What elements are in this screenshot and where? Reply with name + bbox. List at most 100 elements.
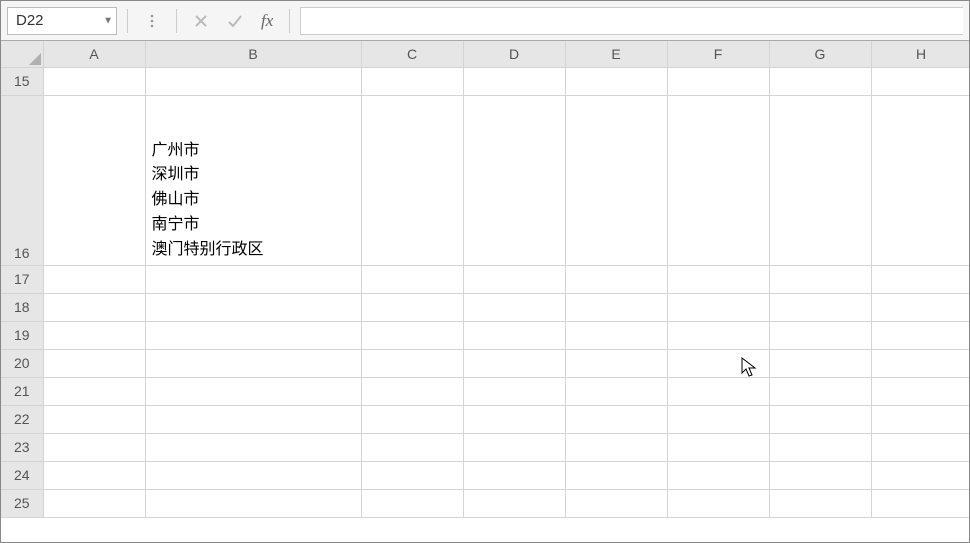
cell[interactable] <box>769 405 871 433</box>
cell[interactable] <box>667 489 769 517</box>
cell[interactable] <box>361 265 463 293</box>
cell[interactable] <box>145 377 361 405</box>
cell[interactable] <box>43 95 145 265</box>
cell[interactable] <box>463 377 565 405</box>
cell[interactable] <box>463 405 565 433</box>
cell[interactable] <box>565 265 667 293</box>
cell[interactable] <box>361 489 463 517</box>
col-header[interactable]: D <box>463 41 565 67</box>
cell[interactable] <box>463 293 565 321</box>
row-header[interactable]: 21 <box>1 377 43 405</box>
cell[interactable] <box>769 321 871 349</box>
cell[interactable] <box>361 67 463 95</box>
cell[interactable] <box>667 377 769 405</box>
col-header[interactable]: H <box>871 41 969 67</box>
cell[interactable] <box>145 461 361 489</box>
cell[interactable] <box>43 461 145 489</box>
cancel-icon[interactable] <box>187 7 215 35</box>
cell[interactable] <box>871 293 969 321</box>
cell[interactable] <box>565 377 667 405</box>
cell[interactable] <box>667 433 769 461</box>
cell[interactable] <box>463 321 565 349</box>
cell[interactable] <box>361 461 463 489</box>
cell[interactable] <box>43 489 145 517</box>
cell[interactable] <box>871 377 969 405</box>
cell[interactable] <box>145 293 361 321</box>
row-header[interactable]: 19 <box>1 321 43 349</box>
cell[interactable] <box>145 433 361 461</box>
cell[interactable] <box>463 265 565 293</box>
cell[interactable] <box>667 67 769 95</box>
row-header[interactable]: 16 <box>1 95 43 265</box>
confirm-icon[interactable] <box>221 7 249 35</box>
cell[interactable] <box>871 461 969 489</box>
select-all-corner[interactable] <box>1 41 43 67</box>
col-header[interactable]: E <box>565 41 667 67</box>
cell[interactable] <box>145 321 361 349</box>
cell[interactable] <box>145 67 361 95</box>
cell[interactable] <box>871 489 969 517</box>
cell[interactable] <box>43 377 145 405</box>
cell[interactable] <box>43 405 145 433</box>
cell[interactable] <box>565 461 667 489</box>
cell[interactable] <box>43 67 145 95</box>
cell[interactable] <box>43 293 145 321</box>
cell[interactable] <box>361 321 463 349</box>
cell[interactable] <box>667 95 769 265</box>
col-header[interactable]: F <box>667 41 769 67</box>
cell[interactable] <box>871 349 969 377</box>
cell[interactable] <box>361 349 463 377</box>
cell[interactable] <box>871 67 969 95</box>
col-header[interactable]: G <box>769 41 871 67</box>
row-header[interactable]: 15 <box>1 67 43 95</box>
cell[interactable] <box>769 293 871 321</box>
cell[interactable] <box>565 349 667 377</box>
cell[interactable] <box>769 67 871 95</box>
cell[interactable] <box>769 433 871 461</box>
formula-input[interactable] <box>300 7 963 35</box>
cell[interactable] <box>871 321 969 349</box>
cell-B16[interactable]: 广州市 深圳市 佛山市 南宁市 澳门特别行政区 <box>145 95 361 265</box>
cell[interactable] <box>463 67 565 95</box>
row-header[interactable]: 18 <box>1 293 43 321</box>
col-header[interactable]: B <box>145 41 361 67</box>
cell[interactable] <box>361 433 463 461</box>
cell[interactable] <box>871 265 969 293</box>
cell[interactable] <box>361 405 463 433</box>
cell[interactable] <box>769 349 871 377</box>
cell[interactable] <box>43 349 145 377</box>
row-header[interactable]: 24 <box>1 461 43 489</box>
cell[interactable] <box>667 321 769 349</box>
cell[interactable] <box>769 461 871 489</box>
cell[interactable] <box>871 433 969 461</box>
cell[interactable] <box>565 405 667 433</box>
cell[interactable] <box>769 377 871 405</box>
cell[interactable] <box>769 265 871 293</box>
cell[interactable] <box>145 349 361 377</box>
row-header[interactable]: 22 <box>1 405 43 433</box>
col-header[interactable]: C <box>361 41 463 67</box>
cell[interactable] <box>463 433 565 461</box>
cell[interactable] <box>361 293 463 321</box>
cell[interactable] <box>43 321 145 349</box>
cell[interactable] <box>565 433 667 461</box>
row-header[interactable]: 20 <box>1 349 43 377</box>
cell[interactable] <box>667 265 769 293</box>
row-header[interactable]: 23 <box>1 433 43 461</box>
cell[interactable] <box>463 95 565 265</box>
cell[interactable] <box>667 405 769 433</box>
cell[interactable] <box>145 265 361 293</box>
cell[interactable] <box>463 489 565 517</box>
cell[interactable] <box>145 489 361 517</box>
row-header[interactable]: 17 <box>1 265 43 293</box>
cell[interactable] <box>145 405 361 433</box>
cell[interactable] <box>43 265 145 293</box>
cell[interactable] <box>565 67 667 95</box>
row-header[interactable]: 25 <box>1 489 43 517</box>
cell[interactable] <box>463 349 565 377</box>
name-box[interactable] <box>7 7 117 35</box>
cell[interactable] <box>871 95 969 265</box>
cell[interactable] <box>565 293 667 321</box>
cell[interactable] <box>565 95 667 265</box>
cell[interactable] <box>769 95 871 265</box>
